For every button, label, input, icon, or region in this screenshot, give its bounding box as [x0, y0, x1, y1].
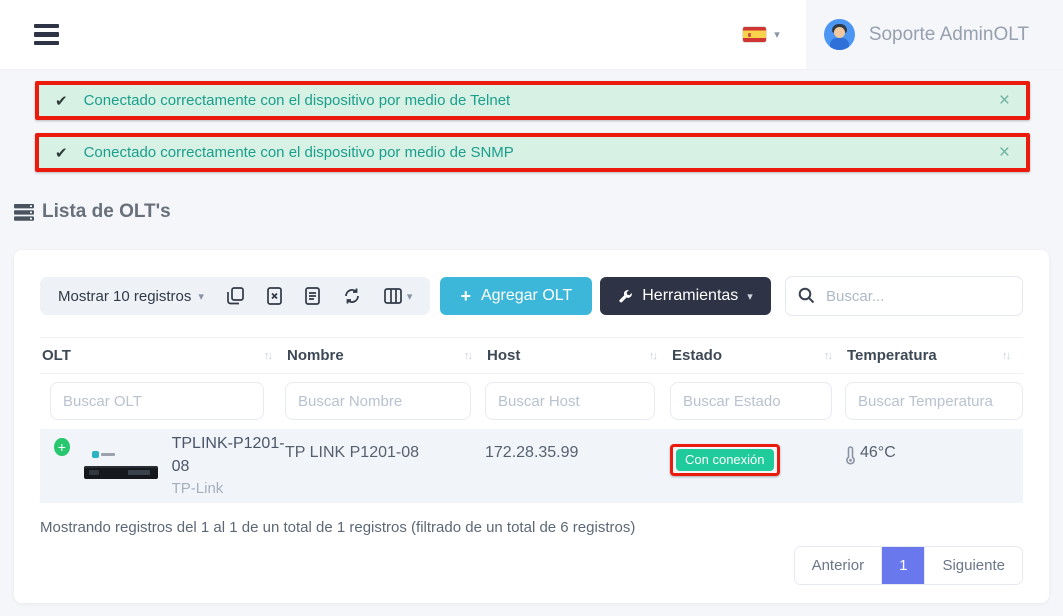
avatar [824, 19, 855, 50]
table-toolbar: Mostrar 10 registros ▾ [40, 276, 1023, 316]
search-icon [798, 287, 815, 304]
column-header-host[interactable]: Host ↑↓ [485, 338, 670, 373]
table-header-row: OLT ↑↓ Nombre ↑↓ Host ↑↓ Estado ↑↓ Tempe… [40, 337, 1023, 374]
cell-nombre: TP LINK P1201-08 [285, 429, 485, 503]
check-icon: ✔ [55, 144, 68, 162]
olt-name: TPLINK-P1201-08 [172, 432, 285, 478]
user-menu[interactable]: Soporte AdminOLT [806, 0, 1063, 69]
chevron-down-icon: ▾ [747, 290, 753, 303]
column-visibility-button[interactable]: ▾ [384, 288, 413, 304]
expand-row-button[interactable]: + [54, 438, 70, 456]
page-title: Lista de OLT's [42, 201, 171, 223]
search-input[interactable] [785, 276, 1023, 316]
column-header-estado[interactable]: Estado ↑↓ [670, 338, 845, 373]
refresh-button[interactable] [343, 287, 361, 305]
annotation-box-snmp: ✔ Conectado correctamente con el disposi… [35, 133, 1030, 172]
file-excel-icon [267, 287, 282, 305]
alert-snmp-success: ✔ Conectado correctamente con el disposi… [39, 137, 1026, 168]
olt-vendor: TP-Link [172, 478, 285, 500]
annotation-box-estado: Con conexión [670, 444, 780, 476]
alert-telnet-success: ✔ Conectado correctamente con el disposi… [39, 85, 1026, 116]
plus-icon: + [460, 286, 471, 307]
sort-icon[interactable]: ↑↓ [1002, 350, 1009, 362]
alert-message: Conectado correctamente con el dispositi… [84, 92, 999, 109]
filter-olt-input[interactable] [50, 382, 264, 420]
annotation-box-telnet: ✔ Conectado correctamente con el disposi… [35, 81, 1030, 120]
table-info: Mostrando registros del 1 al 1 de un tot… [40, 519, 1023, 536]
page-heading: Lista de OLT's [14, 201, 1063, 223]
column-header-olt[interactable]: OLT ↑↓ [40, 338, 285, 373]
table-filter-row [40, 374, 1023, 429]
cell-estado: Con conexión [670, 429, 845, 503]
language-selector[interactable]: ▾ [717, 0, 806, 69]
server-icon [14, 204, 34, 221]
pagination-row: Anterior 1 Siguiente [40, 546, 1023, 585]
chevron-down-icon: ▾ [198, 290, 204, 303]
filter-estado-input[interactable] [670, 382, 832, 420]
sort-icon[interactable]: ↑↓ [824, 350, 831, 362]
filter-nombre-input[interactable] [285, 382, 471, 420]
column-header-temperatura[interactable]: Temperatura ↑↓ [845, 338, 1023, 373]
spain-flag-icon [743, 27, 766, 42]
temperature-value: 46°C [860, 444, 896, 462]
sort-icon[interactable]: ↑↓ [464, 350, 471, 362]
filter-temperatura-input[interactable] [845, 382, 1023, 420]
sort-icon[interactable]: ↑↓ [264, 350, 271, 362]
sort-icon[interactable]: ↑↓ [649, 350, 656, 362]
thermometer-icon [845, 446, 856, 465]
pagination-previous-button[interactable]: Anterior [795, 547, 883, 584]
pagination-next-button[interactable]: Siguiente [925, 547, 1022, 584]
olt-name-block: TPLINK-P1201-08 TP-Link [172, 432, 285, 500]
top-navbar: ▾ Soporte AdminOLT [0, 0, 1063, 70]
table-row: + TPLINK-P1201-08 TP-Link TP LINK P1201-… [40, 429, 1023, 503]
cell-host: 172.28.35.99 [485, 429, 670, 503]
pagination-page-1-button[interactable]: 1 [882, 547, 925, 584]
column-header-nombre[interactable]: Nombre ↑↓ [285, 338, 485, 373]
filter-host-input[interactable] [485, 382, 655, 420]
export-excel-button[interactable] [267, 287, 282, 305]
cell-temperatura: 46°C [845, 429, 1023, 503]
olt-table: OLT ↑↓ Nombre ↑↓ Host ↑↓ Estado ↑↓ Tempe… [40, 337, 1023, 503]
olt-list-card: Mostrar 10 registros ▾ [14, 250, 1049, 603]
status-badge: Con conexión [676, 449, 774, 471]
search-box [785, 276, 1023, 316]
close-icon[interactable]: × [999, 91, 1010, 110]
add-olt-button[interactable]: + Agregar OLT [440, 277, 592, 315]
export-file-button[interactable] [305, 287, 320, 305]
refresh-icon [343, 287, 361, 305]
chevron-down-icon: ▾ [407, 290, 413, 303]
file-lines-icon [305, 287, 320, 305]
pagination: Anterior 1 Siguiente [794, 546, 1023, 585]
chevron-down-icon: ▾ [774, 28, 780, 41]
tools-dropdown-button[interactable]: Herramientas ▾ [600, 277, 771, 315]
user-name: Soporte AdminOLT [869, 24, 1029, 46]
hamburger-menu-icon[interactable] [34, 24, 59, 46]
copy-icon [227, 287, 244, 305]
page-length-dropdown[interactable]: Mostrar 10 registros ▾ [58, 288, 204, 305]
navbar-right: ▾ Soporte AdminOLT [717, 0, 1063, 69]
copy-button[interactable] [227, 287, 244, 305]
olt-device-thumbnail [84, 449, 158, 483]
close-icon[interactable]: × [999, 143, 1010, 162]
toolbar-left-group: Mostrar 10 registros ▾ [40, 277, 430, 315]
alert-message: Conectado correctamente con el dispositi… [84, 144, 999, 161]
wrench-icon [618, 289, 633, 304]
columns-icon [384, 288, 402, 304]
cell-olt: + TPLINK-P1201-08 TP-Link [40, 429, 285, 503]
check-icon: ✔ [55, 92, 68, 110]
